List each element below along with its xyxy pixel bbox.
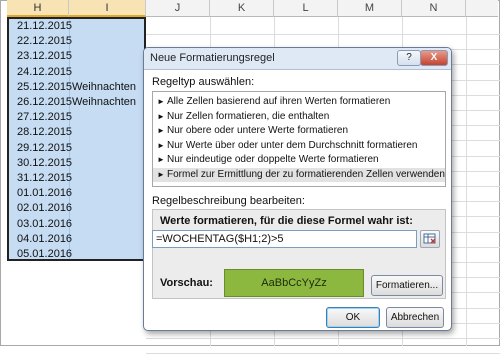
rule-type-item[interactable]: ► Nur Werte über oder unter dem Durchschn…	[153, 139, 445, 154]
help-button[interactable]: ?	[397, 50, 421, 66]
dialog-title: Neue Formatierungsregel	[150, 52, 275, 64]
close-button[interactable]: X	[420, 50, 448, 66]
range-selector-button[interactable]	[420, 230, 440, 248]
rule-type-item[interactable]: ► Alle Zellen basierend auf ihren Werten …	[153, 95, 445, 110]
column-header-j[interactable]: J	[146, 0, 210, 17]
column-header-m[interactable]: M	[338, 0, 402, 17]
triangle-right-icon: ►	[157, 169, 165, 179]
gridline	[146, 338, 500, 339]
rule-description-label: Regelbeschreibung bearbeiten:	[152, 195, 305, 207]
column-header-partial	[466, 0, 498, 17]
preview-label: Vorschau:	[160, 277, 213, 289]
gridline	[146, 34, 500, 35]
rule-type-item[interactable]: ► Nur obere oder untere Werte formatieren	[153, 124, 445, 139]
note-cell[interactable]: Weihnachten	[72, 94, 136, 111]
triangle-right-icon: ►	[157, 97, 165, 106]
rule-type-item-selected[interactable]: ► Formel zur Ermittlung der zu formatiere…	[153, 167, 445, 182]
formula-label: Werte formatieren, für die diese Formel …	[160, 215, 413, 227]
rule-type-item[interactable]: ► Nur Zellen formatieren, die enthalten	[153, 110, 445, 125]
formula-input[interactable]: =WOCHENTAG($H1;2)>5	[152, 230, 417, 248]
column-header-n[interactable]: N	[402, 0, 466, 17]
date-cell[interactable]: 05.01.2016	[17, 246, 72, 263]
gridline	[466, 17, 467, 346]
column-header-l[interactable]: L	[274, 0, 338, 17]
ok-button[interactable]: OK	[326, 307, 380, 328]
format-preview: AaBbCcYyZz	[224, 269, 364, 297]
cancel-button[interactable]: Abbrechen	[386, 307, 444, 328]
collapse-dialog-icon	[423, 233, 436, 244]
rule-type-item[interactable]: ► Nur eindeutige oder doppelte Werte form…	[153, 153, 445, 168]
column-header-h[interactable]: H	[7, 0, 69, 17]
triangle-right-icon: ►	[157, 111, 165, 121]
format-button[interactable]: Formatieren...	[371, 275, 443, 296]
triangle-right-icon: ►	[157, 140, 165, 150]
column-header-i[interactable]: I	[69, 0, 146, 17]
new-formatting-rule-dialog: Neue Formatierungsregel ? X Regeltyp aus…	[143, 47, 452, 331]
dialog-titlebar[interactable]: Neue Formatierungsregel ? X	[144, 48, 451, 70]
triangle-right-icon: ►	[157, 155, 165, 164]
rule-type-list[interactable]: ► Alle Zellen basierend auf ihren Werten …	[152, 91, 446, 187]
rule-type-label: Regeltyp auswählen:	[152, 76, 255, 88]
triangle-right-icon: ►	[157, 126, 165, 135]
column-header-k[interactable]: K	[210, 0, 274, 17]
